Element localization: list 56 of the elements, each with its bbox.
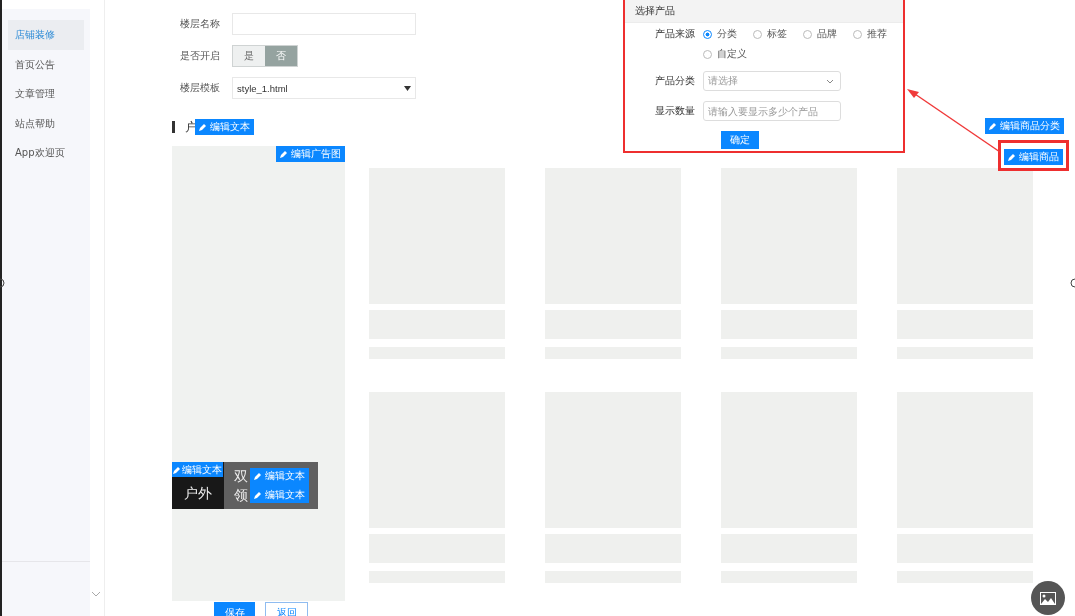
image-icon (1040, 591, 1056, 605)
field-label: 产品来源 (655, 27, 696, 41)
category-select[interactable]: 请选择 (703, 71, 841, 91)
select-value: style_1.html (237, 82, 288, 94)
edge-handle-icon[interactable] (0, 278, 5, 288)
sidebar-item[interactable]: App欢迎页 (8, 138, 84, 168)
edit-category-button[interactable]: 编辑商品分类 (985, 118, 1064, 134)
radio-label: 标签 (767, 27, 787, 41)
radio-option[interactable]: 分类 (703, 27, 753, 41)
field-label: 楼层模板 (180, 81, 221, 95)
radio-option[interactable]: 自定义 (703, 47, 753, 61)
chevron-down-icon[interactable] (91, 591, 101, 597)
save-button[interactable]: 保存 (214, 602, 255, 616)
radio-option[interactable]: 品牌 (803, 27, 853, 41)
field-label: 产品分类 (655, 74, 696, 88)
tile-text: 户外 (184, 484, 212, 503)
pencil-icon (989, 122, 997, 130)
field-label: 楼层名称 (180, 17, 221, 31)
image-button[interactable] (1031, 581, 1065, 615)
sidebar-item[interactable]: 首页公告 (8, 49, 84, 79)
field-label: 显示数量 (655, 104, 696, 118)
radio-label: 品牌 (817, 27, 837, 41)
field-label: 是否开启 (180, 49, 221, 63)
dialog-title: 选择产品 (625, 0, 903, 23)
radio-option[interactable]: 标签 (753, 27, 803, 41)
pencil-icon (199, 123, 207, 131)
tile-text: 领 (234, 485, 248, 505)
confirm-button[interactable]: 确定 (721, 131, 759, 149)
tile-text: 双 (234, 466, 248, 486)
edge-handle-icon[interactable] (1070, 278, 1075, 288)
dropdown-icon (404, 85, 411, 91)
radio-label: 推荐 (867, 27, 887, 41)
input-field[interactable]: 请输入要显示多少个产品 (703, 101, 841, 121)
pencil-icon (1008, 153, 1016, 161)
toggle-option[interactable]: 是 (233, 46, 265, 66)
chevron-down-icon (826, 78, 834, 84)
edit-ad-button[interactable]: 编辑广告图 (276, 146, 345, 162)
sidebar-item[interactable]: 站点帮助 (8, 108, 84, 138)
toggle-option[interactable]: 否 (265, 46, 297, 66)
back-button[interactable]: 返回 (265, 602, 308, 616)
template-select[interactable]: style_1.html (232, 77, 416, 99)
edit-text-button[interactable]: 编辑文本 (195, 119, 254, 135)
radio-button[interactable] (703, 29, 712, 39)
edit-text-button[interactable]: 编辑文本 (172, 462, 223, 477)
pencil-icon (254, 472, 262, 480)
placeholder-text: 请选择 (708, 74, 738, 88)
section-marker (172, 121, 175, 133)
pencil-icon (173, 465, 181, 474)
pencil-icon (280, 150, 288, 158)
radio-label: 自定义 (717, 47, 747, 61)
sidebar-item[interactable]: 店铺装修 (8, 20, 84, 50)
sidebar-item[interactable]: 文章管理 (8, 79, 84, 109)
pencil-icon (254, 491, 262, 499)
radio-option[interactable]: 推荐 (853, 27, 903, 41)
edit-products-button[interactable]: 编辑商品 (1004, 149, 1063, 165)
radio-label: 分类 (717, 27, 737, 41)
